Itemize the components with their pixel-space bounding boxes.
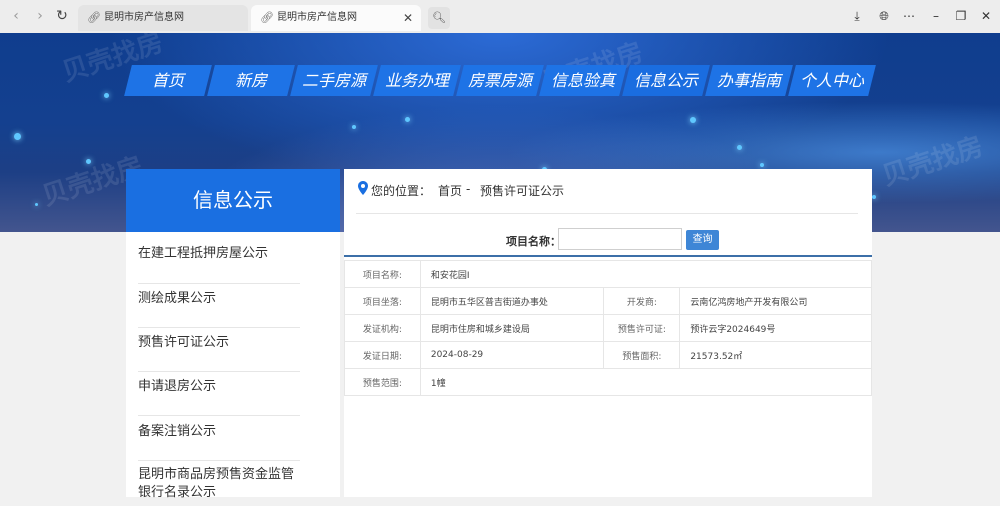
area-key: 预售面积: <box>603 341 681 369</box>
minimize-icon[interactable]: – <box>927 8 945 24</box>
close-icon[interactable]: ✕ <box>403 5 413 31</box>
issuer-key: 发证机构: <box>344 314 421 342</box>
nav-info-public[interactable]: 信息公示 <box>622 65 710 96</box>
table-row: 预售范围: 1幢 <box>344 368 873 396</box>
table-row: 项目坐落: 昆明市五华区普吉街道办事处 开发商: 云南亿鸿房地产开发有限公司 <box>344 287 872 315</box>
developer-key: 开发商: <box>603 287 681 315</box>
browser-tab-2[interactable]: 🔗︎ 昆明市房产信息网 ✕ <box>251 5 421 31</box>
permit-value: 预许云字2024649号 <box>679 314 872 342</box>
browser-toolbar: ‹ › ↻ 🔗︎ 昆明市房产信息网 🔗︎ 昆明市房产信息网 ✕ 🔍︎ ⤓ 🌐︎ … <box>0 0 1000 34</box>
scope-key: 预售范围: <box>344 368 421 396</box>
developer-value: 云南亿鸿房地产开发有限公司 <box>679 287 872 315</box>
link-icon: 🔗︎ <box>87 11 101 24</box>
divider <box>344 255 872 257</box>
search-icon[interactable]: 🔍︎ <box>428 7 450 29</box>
area-value: 21573.52㎡ <box>679 341 872 369</box>
browser-tab-1[interactable]: 🔗︎ 昆明市房产信息网 <box>78 5 248 31</box>
divider <box>356 213 858 214</box>
sidebar: 在建工程抵押房屋公示 测绘成果公示 预售许可证公示 申请退房公示 备案注销公示 … <box>126 232 340 500</box>
breadcrumb-current: 预售许可证公示 <box>480 184 565 198</box>
search-label: 项目名称： <box>506 235 561 248</box>
breadcrumb-home[interactable]: 首页 <box>438 182 462 199</box>
window-close-icon[interactable]: ✕ <box>977 8 995 24</box>
nav-guide[interactable]: 办事指南 <box>705 65 793 96</box>
sidebar-item-presale-permit[interactable]: 预售许可证公示 <box>138 334 300 372</box>
sidebar-item-survey[interactable]: 测绘成果公示 <box>138 290 300 328</box>
watermark: 贝壳找房 <box>878 131 987 193</box>
nav-home[interactable]: 首页 <box>124 65 212 96</box>
nav-verify[interactable]: 信息验真 <box>539 65 627 96</box>
sidebar-title: 信息公示 <box>126 169 340 232</box>
restore-icon[interactable]: ❐ <box>952 8 970 24</box>
table-row: 发证机构: 昆明市住房和城乡建设局 预售许可证: 预许云字2024649号 <box>344 314 872 342</box>
tab-title: 昆明市房产信息网 <box>277 12 357 23</box>
sidebar-item-refund[interactable]: 申请退房公示 <box>138 378 300 416</box>
project-name-key: 项目名称: <box>344 260 421 288</box>
nav-ticket-houses[interactable]: 房票房源 <box>456 65 544 96</box>
permit-table: 项目名称: 和安花园I 项目坐落: 昆明市五华区普吉街道办事处 开发商: 云南亿… <box>344 260 873 396</box>
link-icon: 🔗︎ <box>260 11 274 24</box>
main-content: 您的位置： 首页 - 预售许可证公示 项目名称： 查询 项目名称: 和安花园I … <box>344 169 873 497</box>
scope-value: 1幢 <box>419 368 873 396</box>
globe-icon[interactable]: 🌐︎ <box>875 8 893 24</box>
sidebar-item-bank-list[interactable]: 昆明市商品房预售资金监管银行名录公示 <box>138 466 300 506</box>
location-value: 昆明市五华区普吉街道办事处 <box>419 287 605 315</box>
project-name-value: 和安花园I <box>419 260 873 288</box>
table-row: 发证日期: 2024-08-29 预售面积: 21573.52㎡ <box>344 341 872 369</box>
query-button[interactable]: 查询 <box>686 230 719 250</box>
nav-new-house[interactable]: 新房 <box>207 65 295 96</box>
table-row: 项目名称: 和安花园I <box>344 260 873 288</box>
sidebar-item-cancel[interactable]: 备案注销公示 <box>138 423 300 461</box>
date-value: 2024-08-29 <box>419 341 605 369</box>
nav-second-hand[interactable]: 二手房源 <box>290 65 378 96</box>
nav-personal[interactable]: 个人中心 <box>788 65 876 96</box>
sidebar-item-mortgage[interactable]: 在建工程抵押房屋公示 <box>138 245 300 284</box>
location-pin-icon <box>358 181 368 195</box>
issuer-value: 昆明市住房和城乡建设局 <box>419 314 605 342</box>
more-icon[interactable]: ⋯ <box>900 8 918 24</box>
nav-business[interactable]: 业务办理 <box>373 65 461 96</box>
tab-title: 昆明市房产信息网 <box>104 12 184 23</box>
refresh-icon[interactable]: ↻ <box>54 8 70 24</box>
back-icon[interactable]: ‹ <box>8 8 24 24</box>
project-name-input[interactable] <box>558 228 682 250</box>
forward-icon[interactable]: › <box>32 8 48 24</box>
location-key: 项目坐落: <box>344 287 421 315</box>
date-key: 发证日期: <box>344 341 421 369</box>
location-label: 您的位置： <box>371 184 432 198</box>
download-icon[interactable]: ⤓ <box>848 8 866 24</box>
breadcrumb-separator: - <box>466 182 471 196</box>
permit-key: 预售许可证: <box>603 314 681 342</box>
